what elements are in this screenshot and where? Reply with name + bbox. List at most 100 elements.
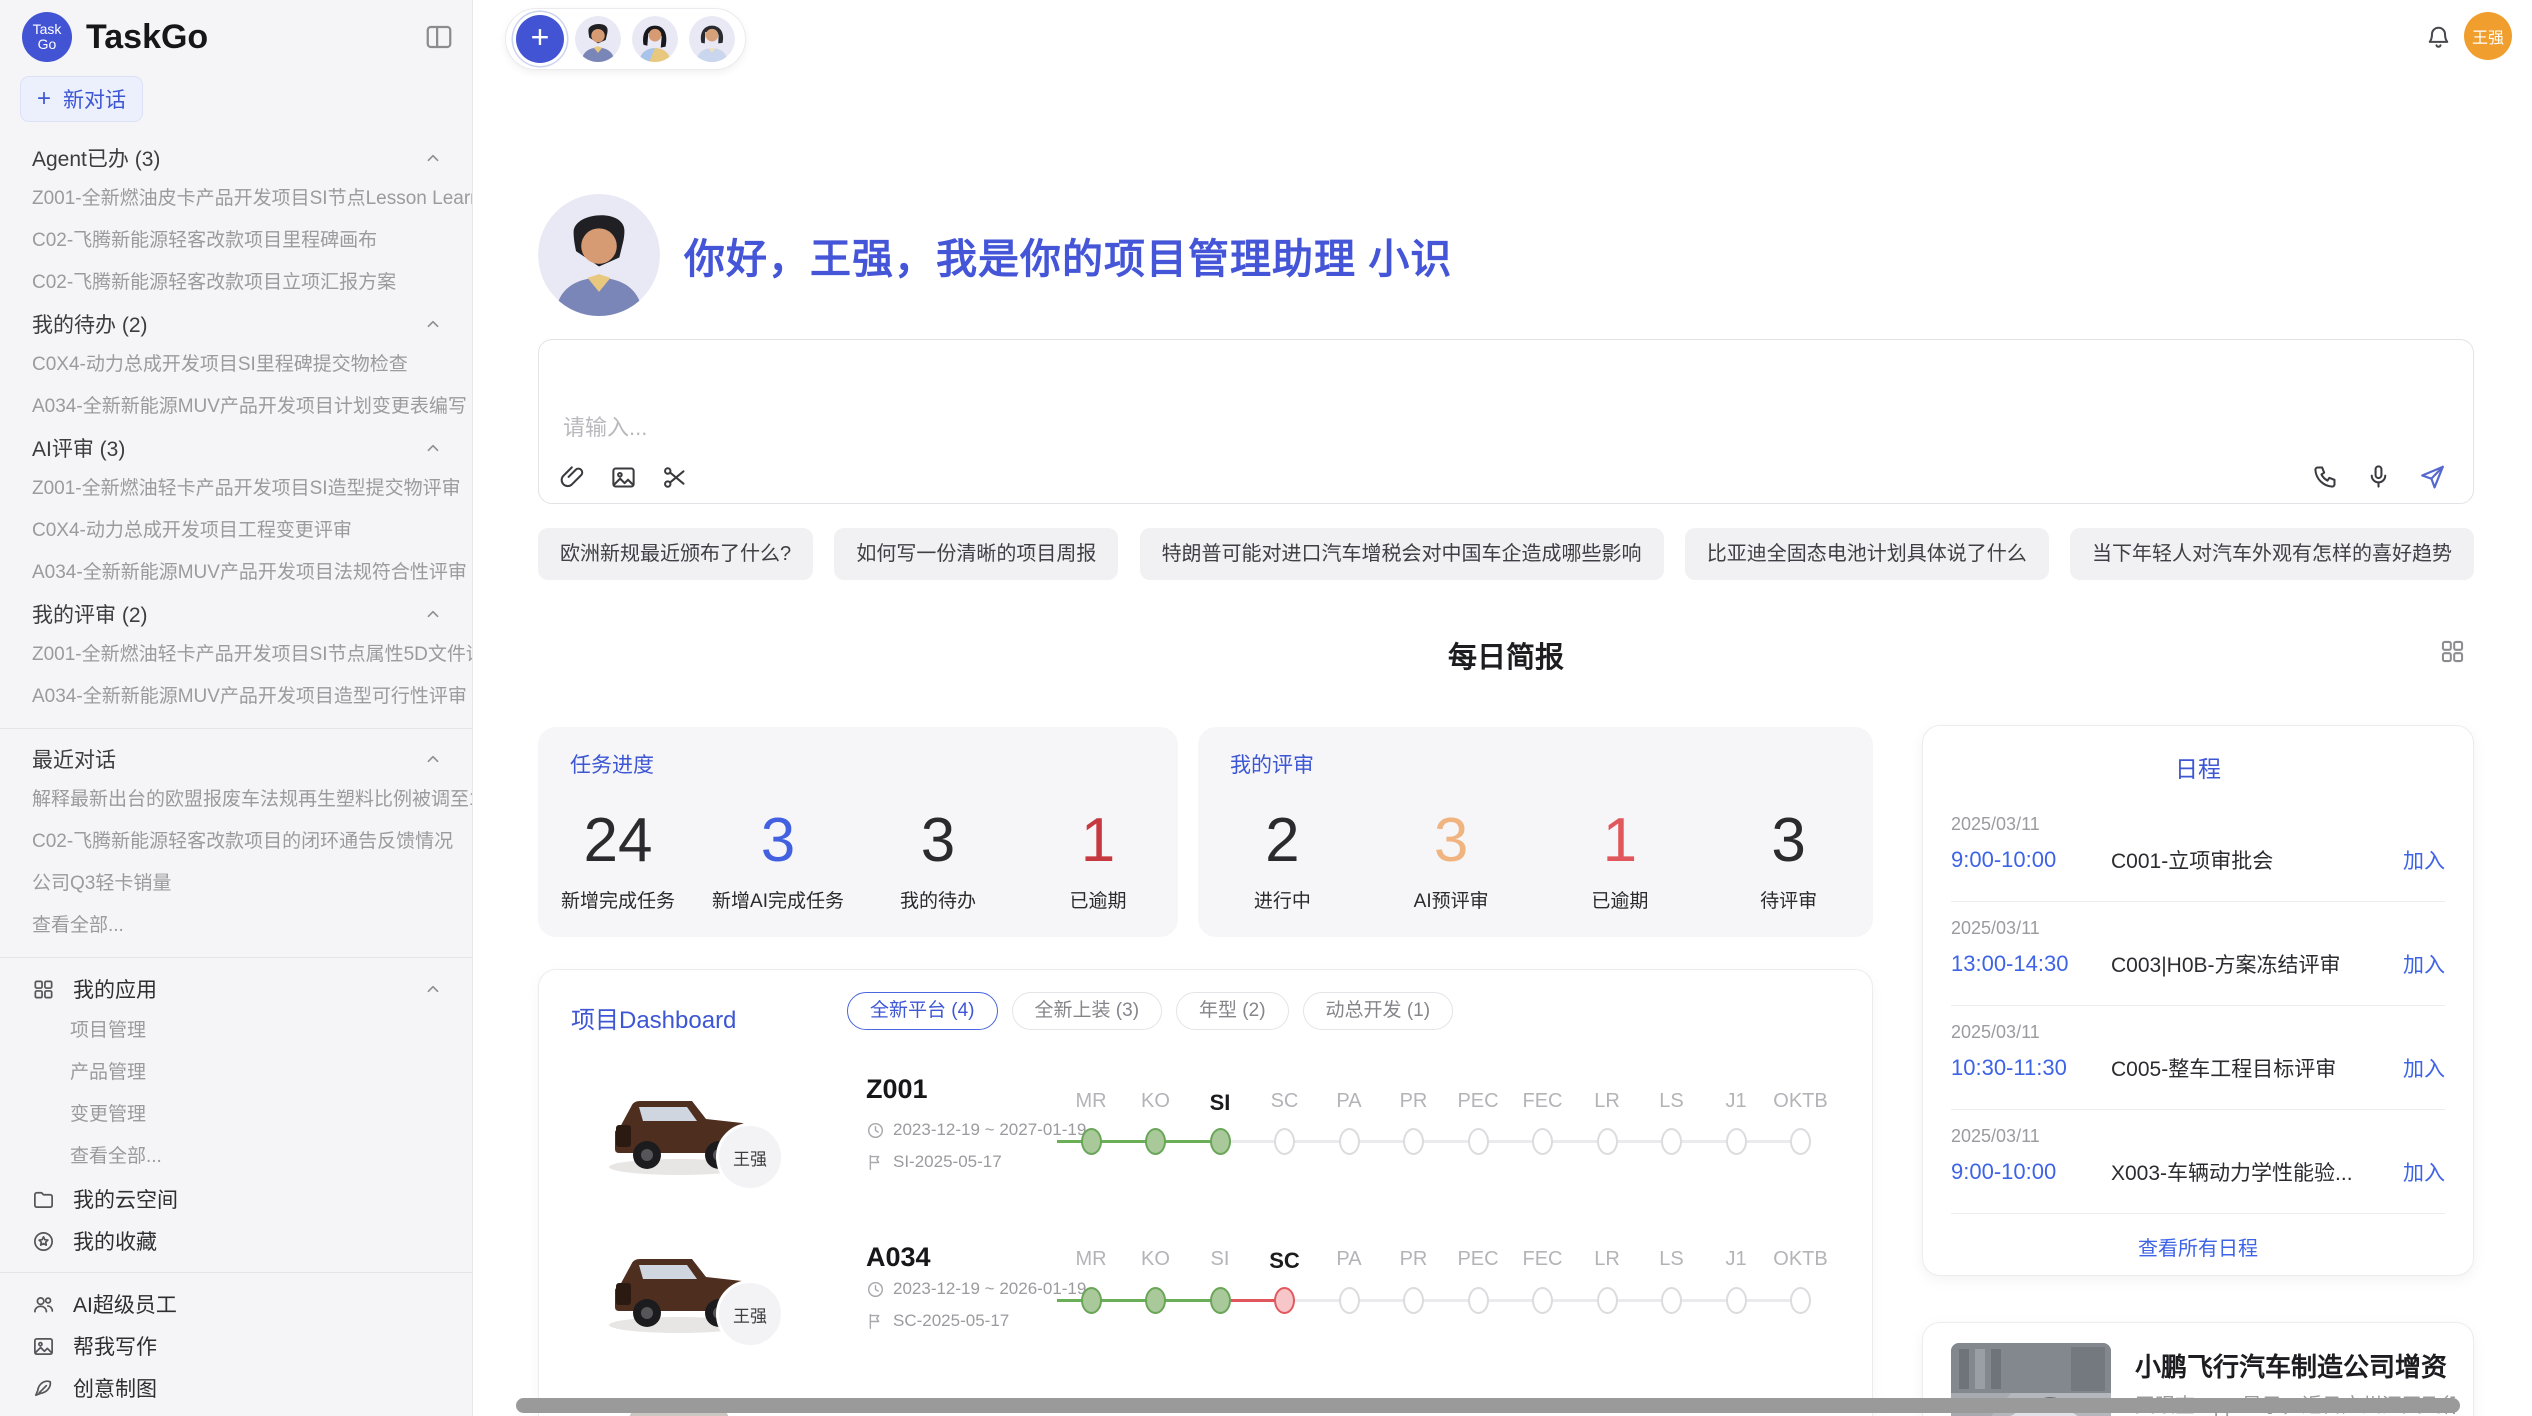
milestone-dot[interactable] xyxy=(1532,1287,1553,1314)
milestone-dot[interactable] xyxy=(1597,1128,1618,1155)
join-meeting-link[interactable]: 加入 xyxy=(2403,1053,2445,1083)
suggestion-chip[interactable]: 当下年轻人对汽车外观有怎样的喜好趋势 xyxy=(2070,528,2474,580)
view-all-schedule-link[interactable]: 查看所有日程 xyxy=(1923,1214,2473,1261)
schedule-time: 9:00-10:00 xyxy=(1951,847,2111,873)
sidebar-task-item[interactable]: A034-全新新能源MUV产品开发项目计划变更表编写 xyxy=(0,386,472,428)
suggestion-chip[interactable]: 特朗普可能对进口汽车增税会对中国车企造成哪些影响 xyxy=(1140,528,1664,580)
milestone-dot[interactable] xyxy=(1145,1128,1166,1155)
send-icon[interactable] xyxy=(2418,462,2447,491)
sidebar-task-item[interactable]: C0X4-动力总成开发项目工程变更评审 xyxy=(0,510,472,552)
agent-avatar-3[interactable] xyxy=(689,16,735,62)
suggestion-chip[interactable]: 如何写一份清晰的项目周报 xyxy=(834,528,1118,580)
app-sub-item[interactable]: 查看全部... xyxy=(0,1136,472,1178)
sidebar-section-header[interactable]: AI评审 (3) xyxy=(0,428,472,468)
milestone-dot[interactable] xyxy=(1468,1287,1489,1314)
phone-call-icon[interactable] xyxy=(2312,463,2339,490)
schedule-item[interactable]: 2025/03/119:00-10:00X003-车辆动力学性能验...加入 xyxy=(1951,1110,2445,1214)
sidebar-tool-feather[interactable]: 创意制图 xyxy=(0,1367,472,1409)
sidebar-task-item[interactable]: A034-全新新能源MUV产品开发项目造型可行性评审 xyxy=(0,676,472,718)
milestone-dot[interactable] xyxy=(1081,1287,1102,1314)
insert-image-icon[interactable] xyxy=(610,464,637,491)
chat-input[interactable]: 请输入... xyxy=(538,339,2474,504)
app-sub-item[interactable]: 变更管理 xyxy=(0,1094,472,1136)
milestone-dot[interactable] xyxy=(1597,1287,1618,1314)
schedule-item[interactable]: 2025/03/1110:30-11:30C005-整车工程目标评审加入 xyxy=(1951,1006,2445,1110)
user-avatar[interactable]: 王强 xyxy=(2464,12,2512,60)
stat-label: 新增AI完成任务 xyxy=(712,886,844,913)
sidebar-item-star[interactable]: 我的收藏 xyxy=(0,1220,472,1262)
sidebar-task-item[interactable]: Z001-全新燃油轻卡产品开发项目SI节点属性5D文件评审 xyxy=(0,634,472,676)
milestone-dot[interactable] xyxy=(1661,1287,1682,1314)
sidebar-task-item[interactable]: Z001-全新燃油轻卡产品开发项目SI造型提交物评审 xyxy=(0,468,472,510)
view-all-chats-link[interactable]: 查看全部... xyxy=(0,905,472,947)
dashboard-tab[interactable]: 年型 (2) xyxy=(1176,992,1289,1030)
project-name[interactable]: Z001 xyxy=(866,1074,928,1105)
attachment-icon[interactable] xyxy=(559,464,586,491)
project-owner-avatar: 王强 xyxy=(716,1123,784,1191)
milestone-label: FEC xyxy=(1510,1090,1576,1113)
schedule-item[interactable]: 2025/03/1113:00-14:30C003|H0B-方案冻结评审加入 xyxy=(1951,902,2445,1006)
milestone-dot[interactable] xyxy=(1403,1287,1424,1314)
milestone-dot[interactable] xyxy=(1726,1128,1747,1155)
sidebar-section-header[interactable]: Agent已办 (3) xyxy=(0,138,472,178)
milestone-dot[interactable] xyxy=(1532,1128,1553,1155)
milestone-dot[interactable] xyxy=(1403,1128,1424,1155)
dashboard-tab[interactable]: 全新平台 (4) xyxy=(847,992,998,1030)
sidebar-tool-people[interactable]: AI超级员工 xyxy=(0,1283,472,1325)
milestone-dot[interactable] xyxy=(1210,1128,1231,1155)
join-meeting-link[interactable]: 加入 xyxy=(2403,949,2445,979)
microphone-icon[interactable] xyxy=(2365,463,2392,490)
join-meeting-link[interactable]: 加入 xyxy=(2403,845,2445,875)
sidebar-task-item[interactable]: A034-全新新能源MUV产品开发项目法规符合性评审 xyxy=(0,552,472,594)
sidebar-task-item[interactable]: C02-飞腾新能源轻客改款项目里程碑画布 xyxy=(0,220,472,262)
milestone-dot[interactable] xyxy=(1468,1128,1489,1155)
milestone-dot[interactable] xyxy=(1339,1287,1360,1314)
add-agent-button[interactable]: + xyxy=(516,15,564,63)
star-icon xyxy=(32,1230,55,1253)
milestone-dot[interactable] xyxy=(1274,1287,1295,1314)
input-tools-left xyxy=(559,464,688,491)
sidebar-task-item[interactable]: C0X4-动力总成开发项目SI里程碑提交物检查 xyxy=(0,344,472,386)
milestone-label: SI xyxy=(1187,1090,1253,1116)
sidebar-item-my-apps[interactable]: 我的应用 xyxy=(0,968,472,1010)
suggestion-chip[interactable]: 欧洲新规最近颁布了什么? xyxy=(538,528,813,580)
sidebar-collapse-icon[interactable] xyxy=(424,22,454,52)
sidebar-section-header[interactable]: 我的评审 (2) xyxy=(0,594,472,634)
milestone-dot[interactable] xyxy=(1145,1287,1166,1314)
new-chat-button[interactable]: + 新对话 xyxy=(20,76,143,122)
milestone-dot[interactable] xyxy=(1339,1128,1360,1155)
stat-value: 2 xyxy=(1265,810,1299,872)
agent-avatar-1[interactable] xyxy=(575,16,621,62)
notification-bell-icon[interactable] xyxy=(2425,23,2452,50)
agent-avatar-2[interactable] xyxy=(632,16,678,62)
milestone-dot[interactable] xyxy=(1661,1128,1682,1155)
layout-grid-icon[interactable] xyxy=(2439,638,2466,665)
join-meeting-link[interactable]: 加入 xyxy=(2403,1157,2445,1187)
sidebar-tool-image[interactable]: 帮我写作 xyxy=(0,1325,472,1367)
recent-chats-header[interactable]: 最近对话 xyxy=(0,739,472,779)
suggestion-chip[interactable]: 比亚迪全固态电池计划具体说了什么 xyxy=(1685,528,2049,580)
dashboard-tab[interactable]: 动总开发 (1) xyxy=(1303,992,1454,1030)
sidebar-task-item[interactable]: Z001-全新燃油皮卡产品开发项目SI节点Lesson Learn报告 xyxy=(0,178,472,220)
dashboard-tab[interactable]: 全新上装 (3) xyxy=(1012,992,1163,1030)
project-name[interactable]: A034 xyxy=(866,1242,931,1273)
project-date-range: 2023-12-19 ~ 2026-01-19 xyxy=(866,1279,1086,1299)
sidebar-item-folder[interactable]: 我的云空间 xyxy=(0,1178,472,1220)
milestone-dot[interactable] xyxy=(1274,1128,1295,1155)
recent-chat-item[interactable]: 公司Q3轻卡销量 xyxy=(0,863,472,905)
scissors-icon[interactable] xyxy=(661,464,688,491)
milestone-dot[interactable] xyxy=(1790,1128,1811,1155)
app-sub-item[interactable]: 项目管理 xyxy=(0,1010,472,1052)
recent-chat-item[interactable]: C02-飞腾新能源轻客改款项目的闭环通告反馈情况 xyxy=(0,821,472,863)
sidebar-task-item[interactable]: C02-飞腾新能源轻客改款项目立项汇报方案 xyxy=(0,262,472,304)
sidebar-section-header[interactable]: 我的待办 (2) xyxy=(0,304,472,344)
recent-chat-item[interactable]: 解释最新出台的欧盟报废车法规再生塑料比例被调至15%... xyxy=(0,779,472,821)
horizontal-scrollbar[interactable] xyxy=(516,1398,2460,1413)
milestone-dot[interactable] xyxy=(1210,1287,1231,1314)
milestone-dot[interactable] xyxy=(1726,1287,1747,1314)
milestone-dot[interactable] xyxy=(1790,1287,1811,1314)
schedule-item[interactable]: 2025/03/119:00-10:00C001-立项审批会加入 xyxy=(1951,798,2445,902)
milestone-dot[interactable] xyxy=(1081,1128,1102,1155)
app-sub-item[interactable]: 产品管理 xyxy=(0,1052,472,1094)
sidebar-tool-feather-label: 创意制图 xyxy=(73,1373,444,1403)
